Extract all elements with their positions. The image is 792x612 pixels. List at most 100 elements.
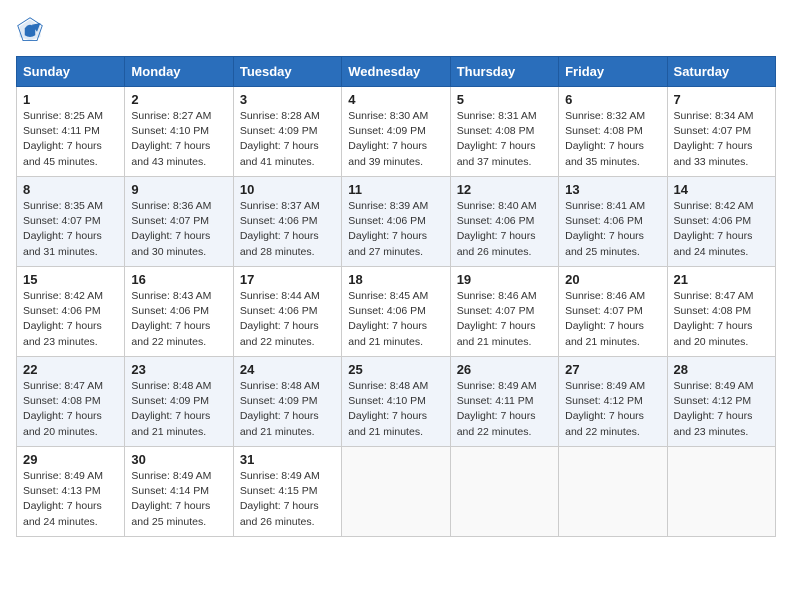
calendar-cell: 20 Sunrise: 8:46 AM Sunset: 4:07 PM Dayli… bbox=[559, 267, 667, 357]
weekday-header-friday: Friday bbox=[559, 57, 667, 87]
day-number: 7 bbox=[674, 92, 769, 107]
day-number: 23 bbox=[131, 362, 226, 377]
calendar-cell: 25Sunrise: 8:48 AM Sunset: 4:10 PM Dayli… bbox=[342, 357, 450, 447]
calendar-cell: 15 Sunrise: 8:42 AM Sunset: 4:06 PM Dayli… bbox=[17, 267, 125, 357]
calendar-cell: 6 Sunrise: 8:32 AM Sunset: 4:08 PM Daylig… bbox=[559, 87, 667, 177]
weekday-header-wednesday: Wednesday bbox=[342, 57, 450, 87]
day-detail: Sunrise: 8:48 AM Sunset: 4:09 PM Dayligh… bbox=[240, 379, 335, 440]
calendar-cell bbox=[559, 447, 667, 537]
calendar-cell: 29 Sunrise: 8:49 AM Sunset: 4:13 PM Dayli… bbox=[17, 447, 125, 537]
day-number: 29 bbox=[23, 452, 118, 467]
day-detail: Sunrise: 8:46 AM Sunset: 4:07 PM Dayligh… bbox=[565, 289, 660, 350]
day-number: 2 bbox=[131, 92, 226, 107]
day-number: 8 bbox=[23, 182, 118, 197]
day-detail: Sunrise: 8:49 AM Sunset: 4:15 PM Dayligh… bbox=[240, 469, 335, 530]
calendar-week-row: 22 Sunrise: 8:47 AM Sunset: 4:08 PM Dayli… bbox=[17, 357, 776, 447]
day-number: 17 bbox=[240, 272, 335, 287]
logo bbox=[16, 16, 48, 44]
day-number: 31 bbox=[240, 452, 335, 467]
day-number: 30 bbox=[131, 452, 226, 467]
calendar-cell: 11Sunrise: 8:39 AM Sunset: 4:06 PM Dayli… bbox=[342, 177, 450, 267]
day-detail: Sunrise: 8:43 AM Sunset: 4:06 PM Dayligh… bbox=[131, 289, 226, 350]
calendar-week-row: 8 Sunrise: 8:35 AM Sunset: 4:07 PM Daylig… bbox=[17, 177, 776, 267]
day-detail: Sunrise: 8:28 AM Sunset: 4:09 PM Dayligh… bbox=[240, 109, 335, 170]
calendar-week-row: 29 Sunrise: 8:49 AM Sunset: 4:13 PM Dayli… bbox=[17, 447, 776, 537]
day-number: 10 bbox=[240, 182, 335, 197]
calendar-cell: 3 Sunrise: 8:28 AM Sunset: 4:09 PM Daylig… bbox=[233, 87, 341, 177]
calendar-cell: 19 Sunrise: 8:46 AM Sunset: 4:07 PM Dayli… bbox=[450, 267, 558, 357]
day-number: 21 bbox=[674, 272, 769, 287]
calendar-cell: 8 Sunrise: 8:35 AM Sunset: 4:07 PM Daylig… bbox=[17, 177, 125, 267]
day-detail: Sunrise: 8:47 AM Sunset: 4:08 PM Dayligh… bbox=[674, 289, 769, 350]
calendar-cell bbox=[450, 447, 558, 537]
day-number: 27 bbox=[565, 362, 660, 377]
calendar-cell: 21 Sunrise: 8:47 AM Sunset: 4:08 PM Dayli… bbox=[667, 267, 775, 357]
day-detail: Sunrise: 8:44 AM Sunset: 4:06 PM Dayligh… bbox=[240, 289, 335, 350]
day-detail: Sunrise: 8:48 AM Sunset: 4:09 PM Dayligh… bbox=[131, 379, 226, 440]
calendar-cell: 13 Sunrise: 8:41 AM Sunset: 4:06 PM Dayli… bbox=[559, 177, 667, 267]
day-number: 19 bbox=[457, 272, 552, 287]
day-detail: Sunrise: 8:35 AM Sunset: 4:07 PM Dayligh… bbox=[23, 199, 118, 260]
day-detail: Sunrise: 8:34 AM Sunset: 4:07 PM Dayligh… bbox=[674, 109, 769, 170]
day-detail: Sunrise: 8:41 AM Sunset: 4:06 PM Dayligh… bbox=[565, 199, 660, 260]
day-detail: Sunrise: 8:49 AM Sunset: 4:12 PM Dayligh… bbox=[565, 379, 660, 440]
day-detail: Sunrise: 8:32 AM Sunset: 4:08 PM Dayligh… bbox=[565, 109, 660, 170]
day-detail: Sunrise: 8:49 AM Sunset: 4:14 PM Dayligh… bbox=[131, 469, 226, 530]
day-number: 5 bbox=[457, 92, 552, 107]
day-detail: Sunrise: 8:36 AM Sunset: 4:07 PM Dayligh… bbox=[131, 199, 226, 260]
weekday-header-sunday: Sunday bbox=[17, 57, 125, 87]
calendar-cell: 23 Sunrise: 8:48 AM Sunset: 4:09 PM Dayli… bbox=[125, 357, 233, 447]
calendar-cell: 28Sunrise: 8:49 AM Sunset: 4:12 PM Dayli… bbox=[667, 357, 775, 447]
day-detail: Sunrise: 8:45 AM Sunset: 4:06 PM Dayligh… bbox=[348, 289, 443, 350]
day-number: 12 bbox=[457, 182, 552, 197]
day-number: 22 bbox=[23, 362, 118, 377]
day-number: 1 bbox=[23, 92, 118, 107]
weekday-header-saturday: Saturday bbox=[667, 57, 775, 87]
day-number: 13 bbox=[565, 182, 660, 197]
calendar-cell: 9 Sunrise: 8:36 AM Sunset: 4:07 PM Daylig… bbox=[125, 177, 233, 267]
weekday-header-thursday: Thursday bbox=[450, 57, 558, 87]
calendar-cell: 7 Sunrise: 8:34 AM Sunset: 4:07 PM Daylig… bbox=[667, 87, 775, 177]
day-detail: Sunrise: 8:42 AM Sunset: 4:06 PM Dayligh… bbox=[23, 289, 118, 350]
day-detail: Sunrise: 8:49 AM Sunset: 4:11 PM Dayligh… bbox=[457, 379, 552, 440]
day-detail: Sunrise: 8:27 AM Sunset: 4:10 PM Dayligh… bbox=[131, 109, 226, 170]
day-detail: Sunrise: 8:30 AM Sunset: 4:09 PM Dayligh… bbox=[348, 109, 443, 170]
day-detail: Sunrise: 8:49 AM Sunset: 4:13 PM Dayligh… bbox=[23, 469, 118, 530]
day-number: 14 bbox=[674, 182, 769, 197]
weekday-header-tuesday: Tuesday bbox=[233, 57, 341, 87]
calendar-cell: 17 Sunrise: 8:44 AM Sunset: 4:06 PM Dayli… bbox=[233, 267, 341, 357]
day-number: 9 bbox=[131, 182, 226, 197]
calendar-cell: 18Sunrise: 8:45 AM Sunset: 4:06 PM Dayli… bbox=[342, 267, 450, 357]
day-detail: Sunrise: 8:46 AM Sunset: 4:07 PM Dayligh… bbox=[457, 289, 552, 350]
day-number: 15 bbox=[23, 272, 118, 287]
day-number: 3 bbox=[240, 92, 335, 107]
day-detail: Sunrise: 8:37 AM Sunset: 4:06 PM Dayligh… bbox=[240, 199, 335, 260]
calendar-cell: 2 Sunrise: 8:27 AM Sunset: 4:10 PM Daylig… bbox=[125, 87, 233, 177]
day-number: 4 bbox=[348, 92, 443, 107]
calendar-cell bbox=[342, 447, 450, 537]
calendar-cell: 14 Sunrise: 8:42 AM Sunset: 4:06 PM Dayli… bbox=[667, 177, 775, 267]
calendar-cell: 10 Sunrise: 8:37 AM Sunset: 4:06 PM Dayli… bbox=[233, 177, 341, 267]
day-detail: Sunrise: 8:42 AM Sunset: 4:06 PM Dayligh… bbox=[674, 199, 769, 260]
day-number: 20 bbox=[565, 272, 660, 287]
day-number: 16 bbox=[131, 272, 226, 287]
calendar-cell: 1 Sunrise: 8:25 AM Sunset: 4:11 PM Daylig… bbox=[17, 87, 125, 177]
day-number: 11 bbox=[348, 182, 443, 197]
calendar-cell: 27 Sunrise: 8:49 AM Sunset: 4:12 PM Dayli… bbox=[559, 357, 667, 447]
calendar-week-row: 1 Sunrise: 8:25 AM Sunset: 4:11 PM Daylig… bbox=[17, 87, 776, 177]
calendar-cell: 16 Sunrise: 8:43 AM Sunset: 4:06 PM Dayli… bbox=[125, 267, 233, 357]
calendar-cell: 26 Sunrise: 8:49 AM Sunset: 4:11 PM Dayli… bbox=[450, 357, 558, 447]
day-detail: Sunrise: 8:31 AM Sunset: 4:08 PM Dayligh… bbox=[457, 109, 552, 170]
day-detail: Sunrise: 8:25 AM Sunset: 4:11 PM Dayligh… bbox=[23, 109, 118, 170]
calendar-table: SundayMondayTuesdayWednesdayThursdayFrid… bbox=[16, 56, 776, 537]
calendar-cell: 31 Sunrise: 8:49 AM Sunset: 4:15 PM Dayli… bbox=[233, 447, 341, 537]
day-detail: Sunrise: 8:47 AM Sunset: 4:08 PM Dayligh… bbox=[23, 379, 118, 440]
day-number: 6 bbox=[565, 92, 660, 107]
calendar-cell: 12Sunrise: 8:40 AM Sunset: 4:06 PM Dayli… bbox=[450, 177, 558, 267]
day-number: 26 bbox=[457, 362, 552, 377]
calendar-cell: 22 Sunrise: 8:47 AM Sunset: 4:08 PM Dayli… bbox=[17, 357, 125, 447]
calendar-header-row: SundayMondayTuesdayWednesdayThursdayFrid… bbox=[17, 57, 776, 87]
page-header bbox=[16, 16, 776, 44]
day-number: 24 bbox=[240, 362, 335, 377]
day-number: 28 bbox=[674, 362, 769, 377]
